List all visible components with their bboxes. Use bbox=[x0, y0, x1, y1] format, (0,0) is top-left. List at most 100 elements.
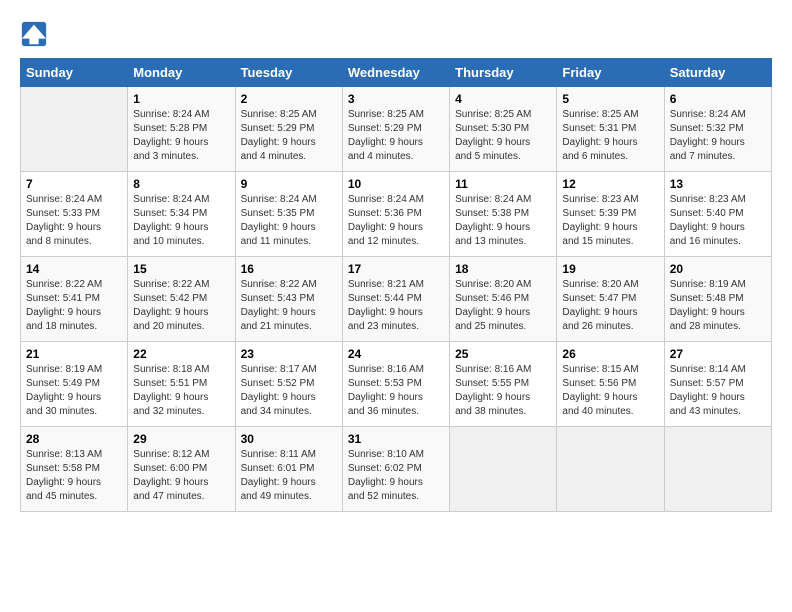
day-info: Sunrise: 8:22 AM Sunset: 5:42 PM Dayligh… bbox=[133, 278, 229, 334]
day-number: 23 bbox=[241, 347, 337, 361]
calendar-cell: 22 Sunrise: 8:18 AM Sunset: 5:51 PM Dayli… bbox=[128, 342, 235, 427]
day-info: Sunrise: 8:25 AM Sunset: 5:29 PM Dayligh… bbox=[241, 108, 337, 164]
calendar-cell: 17Sunrise: 8:21 AM Sunset: 5:44 PM Dayli… bbox=[342, 257, 449, 342]
day-info: Sunrise: 8:14 AM Sunset: 5:57 PM Dayligh… bbox=[670, 363, 766, 419]
logo-icon bbox=[20, 20, 48, 48]
calendar-cell bbox=[557, 427, 664, 512]
calendar-cell: 30 Sunrise: 8:11 AM Sunset: 6:01 PM Dayli… bbox=[235, 427, 342, 512]
calendar-cell: 27 Sunrise: 8:14 AM Sunset: 5:57 PM Dayli… bbox=[664, 342, 771, 427]
day-info: Sunrise: 8:23 AM Sunset: 5:40 PM Dayligh… bbox=[670, 193, 766, 249]
day-number: 2 bbox=[241, 92, 337, 106]
day-info: Sunrise: 8:25 AM Sunset: 5:31 PM Dayligh… bbox=[562, 108, 658, 164]
calendar-cell: 6Sunrise: 8:24 AM Sunset: 5:32 PM Daylig… bbox=[664, 87, 771, 172]
day-info: Sunrise: 8:17 AM Sunset: 5:52 PM Dayligh… bbox=[241, 363, 337, 419]
day-info: Sunrise: 8:10 AM Sunset: 6:02 PM Dayligh… bbox=[348, 448, 444, 504]
day-number: 16 bbox=[241, 262, 337, 276]
calendar-cell: 20 Sunrise: 8:19 AM Sunset: 5:48 PM Dayli… bbox=[664, 257, 771, 342]
day-info: Sunrise: 8:25 AM Sunset: 5:30 PM Dayligh… bbox=[455, 108, 551, 164]
day-info: Sunrise: 8:19 AM Sunset: 5:48 PM Dayligh… bbox=[670, 278, 766, 334]
calendar-cell: 15 Sunrise: 8:22 AM Sunset: 5:42 PM Dayli… bbox=[128, 257, 235, 342]
day-number: 19 bbox=[562, 262, 658, 276]
header-cell-thursday: Thursday bbox=[450, 59, 557, 87]
day-number: 15 bbox=[133, 262, 229, 276]
day-number: 12 bbox=[562, 177, 658, 191]
header-cell-tuesday: Tuesday bbox=[235, 59, 342, 87]
calendar-cell bbox=[450, 427, 557, 512]
calendar-cell: 7 Sunrise: 8:24 AM Sunset: 5:33 PM Daylig… bbox=[21, 172, 128, 257]
calendar-cell: 5 Sunrise: 8:25 AM Sunset: 5:31 PM Daylig… bbox=[557, 87, 664, 172]
calendar-cell: 23 Sunrise: 8:17 AM Sunset: 5:52 PM Dayli… bbox=[235, 342, 342, 427]
day-info: Sunrise: 8:12 AM Sunset: 6:00 PM Dayligh… bbox=[133, 448, 229, 504]
day-number: 20 bbox=[670, 262, 766, 276]
calendar-cell: 25 Sunrise: 8:16 AM Sunset: 5:55 PM Dayli… bbox=[450, 342, 557, 427]
day-number: 13 bbox=[670, 177, 766, 191]
calendar-cell: 14Sunrise: 8:22 AM Sunset: 5:41 PM Dayli… bbox=[21, 257, 128, 342]
day-number: 8 bbox=[133, 177, 229, 191]
day-info: Sunrise: 8:13 AM Sunset: 5:58 PM Dayligh… bbox=[26, 448, 122, 504]
calendar-cell: 8Sunrise: 8:24 AM Sunset: 5:34 PM Daylig… bbox=[128, 172, 235, 257]
day-info: Sunrise: 8:24 AM Sunset: 5:33 PM Dayligh… bbox=[26, 193, 122, 249]
header-cell-monday: Monday bbox=[128, 59, 235, 87]
calendar-cell: 16 Sunrise: 8:22 AM Sunset: 5:43 PM Dayli… bbox=[235, 257, 342, 342]
day-number: 25 bbox=[455, 347, 551, 361]
page-header bbox=[20, 20, 772, 48]
day-info: Sunrise: 8:18 AM Sunset: 5:51 PM Dayligh… bbox=[133, 363, 229, 419]
calendar-cell: 11Sunrise: 8:24 AM Sunset: 5:38 PM Dayli… bbox=[450, 172, 557, 257]
calendar-cell: 9Sunrise: 8:24 AM Sunset: 5:35 PM Daylig… bbox=[235, 172, 342, 257]
day-number: 18 bbox=[455, 262, 551, 276]
calendar-cell bbox=[664, 427, 771, 512]
day-number: 10 bbox=[348, 177, 444, 191]
header-row: SundayMondayTuesdayWednesdayThursdayFrid… bbox=[21, 59, 772, 87]
calendar-week-4: 21 Sunrise: 8:19 AM Sunset: 5:49 PM Dayli… bbox=[21, 342, 772, 427]
calendar-header: SundayMondayTuesdayWednesdayThursdayFrid… bbox=[21, 59, 772, 87]
calendar-cell: 13 Sunrise: 8:23 AM Sunset: 5:40 PM Dayli… bbox=[664, 172, 771, 257]
day-info: Sunrise: 8:16 AM Sunset: 5:55 PM Dayligh… bbox=[455, 363, 551, 419]
day-number: 9 bbox=[241, 177, 337, 191]
calendar-cell: 28 Sunrise: 8:13 AM Sunset: 5:58 PM Dayli… bbox=[21, 427, 128, 512]
day-info: Sunrise: 8:24 AM Sunset: 5:28 PM Dayligh… bbox=[133, 108, 229, 164]
calendar-cell: 3 Sunrise: 8:25 AM Sunset: 5:29 PM Daylig… bbox=[342, 87, 449, 172]
calendar-cell: 12 Sunrise: 8:23 AM Sunset: 5:39 PM Dayli… bbox=[557, 172, 664, 257]
calendar-cell: 31 Sunrise: 8:10 AM Sunset: 6:02 PM Dayli… bbox=[342, 427, 449, 512]
day-number: 4 bbox=[455, 92, 551, 106]
day-info: Sunrise: 8:22 AM Sunset: 5:41 PM Dayligh… bbox=[26, 278, 122, 334]
day-info: Sunrise: 8:25 AM Sunset: 5:29 PM Dayligh… bbox=[348, 108, 444, 164]
day-info: Sunrise: 8:23 AM Sunset: 5:39 PM Dayligh… bbox=[562, 193, 658, 249]
logo bbox=[20, 20, 52, 48]
header-cell-friday: Friday bbox=[557, 59, 664, 87]
day-number: 30 bbox=[241, 432, 337, 446]
calendar-cell: 29 Sunrise: 8:12 AM Sunset: 6:00 PM Dayli… bbox=[128, 427, 235, 512]
calendar-cell: 1 Sunrise: 8:24 AM Sunset: 5:28 PM Daylig… bbox=[128, 87, 235, 172]
calendar-cell: 4 Sunrise: 8:25 AM Sunset: 5:30 PM Daylig… bbox=[450, 87, 557, 172]
day-number: 28 bbox=[26, 432, 122, 446]
calendar-cell: 18Sunrise: 8:20 AM Sunset: 5:46 PM Dayli… bbox=[450, 257, 557, 342]
calendar-body: 1 Sunrise: 8:24 AM Sunset: 5:28 PM Daylig… bbox=[21, 87, 772, 512]
day-number: 6 bbox=[670, 92, 766, 106]
calendar-cell bbox=[21, 87, 128, 172]
day-number: 24 bbox=[348, 347, 444, 361]
day-number: 31 bbox=[348, 432, 444, 446]
calendar-week-1: 1 Sunrise: 8:24 AM Sunset: 5:28 PM Daylig… bbox=[21, 87, 772, 172]
day-info: Sunrise: 8:11 AM Sunset: 6:01 PM Dayligh… bbox=[241, 448, 337, 504]
calendar-week-5: 28 Sunrise: 8:13 AM Sunset: 5:58 PM Dayli… bbox=[21, 427, 772, 512]
day-info: Sunrise: 8:19 AM Sunset: 5:49 PM Dayligh… bbox=[26, 363, 122, 419]
day-info: Sunrise: 8:24 AM Sunset: 5:38 PM Dayligh… bbox=[455, 193, 551, 249]
day-number: 1 bbox=[133, 92, 229, 106]
day-number: 27 bbox=[670, 347, 766, 361]
day-number: 29 bbox=[133, 432, 229, 446]
header-cell-saturday: Saturday bbox=[664, 59, 771, 87]
calendar-cell: 24Sunrise: 8:16 AM Sunset: 5:53 PM Dayli… bbox=[342, 342, 449, 427]
calendar-cell: 26 Sunrise: 8:15 AM Sunset: 5:56 PM Dayli… bbox=[557, 342, 664, 427]
header-cell-wednesday: Wednesday bbox=[342, 59, 449, 87]
day-number: 26 bbox=[562, 347, 658, 361]
calendar-cell: 2 Sunrise: 8:25 AM Sunset: 5:29 PM Daylig… bbox=[235, 87, 342, 172]
day-number: 5 bbox=[562, 92, 658, 106]
day-info: Sunrise: 8:22 AM Sunset: 5:43 PM Dayligh… bbox=[241, 278, 337, 334]
day-info: Sunrise: 8:15 AM Sunset: 5:56 PM Dayligh… bbox=[562, 363, 658, 419]
day-info: Sunrise: 8:20 AM Sunset: 5:47 PM Dayligh… bbox=[562, 278, 658, 334]
day-number: 21 bbox=[26, 347, 122, 361]
day-info: Sunrise: 8:24 AM Sunset: 5:36 PM Dayligh… bbox=[348, 193, 444, 249]
day-number: 7 bbox=[26, 177, 122, 191]
day-number: 3 bbox=[348, 92, 444, 106]
day-number: 22 bbox=[133, 347, 229, 361]
